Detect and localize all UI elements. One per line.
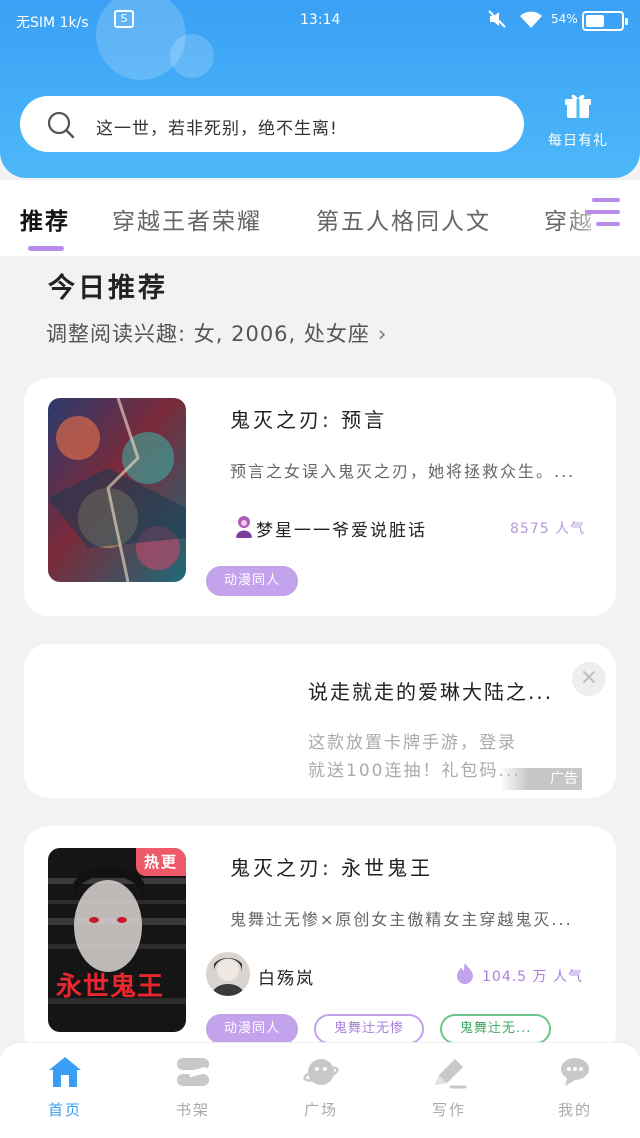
book-card[interactable]: 热更 永世鬼王 鬼灭之刃: 永世鬼王 鬼舞辻无惨×原创女主傲精女主穿越鬼灭...… <box>24 826 616 1056</box>
planet-icon <box>276 1055 366 1093</box>
book-title: 鬼灭之刃: 预言 <box>230 408 388 432</box>
adjust-interest-link[interactable]: 调整阅读兴趣: 女, 2006, 处女座 › <box>46 318 387 348</box>
fire-icon <box>456 962 474 988</box>
sim-icon: S <box>114 10 134 28</box>
close-icon[interactable]: × <box>572 662 606 696</box>
nav-label: 广场 <box>303 1101 338 1119</box>
book-tag[interactable]: 鬼舞辻无惨 <box>314 1014 425 1044</box>
nav-home[interactable]: 首页 <box>20 1055 110 1120</box>
category-tabs: 推荐 穿越王者荣耀 第五人格同人文 穿越 <box>0 180 640 256</box>
section-title: 今日推荐 <box>48 273 168 304</box>
tab-identity-v[interactable]: 第五人格同人文 <box>316 202 491 236</box>
book-card[interactable]: 鬼灭之刃: 预言 预言之女误入鬼灭之刃，她将拯救众生。... 梦星一一爷爱说脏话… <box>24 378 616 616</box>
gift-label: 每日有礼 <box>548 133 608 149</box>
carrier-text: 无SIM 1k/s <box>16 15 89 31</box>
tab-recommend[interactable]: 推荐 <box>20 202 70 236</box>
tab-honor-of-kings[interactable]: 穿越王者荣耀 <box>112 202 262 236</box>
hot-update-badge: 热更 <box>136 848 186 876</box>
bottom-nav: 首页 书架 广场 写作 我的 <box>0 1042 640 1138</box>
book-tag[interactable]: 动漫同人 <box>206 566 299 596</box>
author-name: 白殇岚 <box>258 969 315 989</box>
battery-icon <box>582 11 628 31</box>
daily-gift-button[interactable]: 每日有礼 <box>540 92 616 150</box>
ad-card[interactable]: 说走就走的爱琳大陆之... 这款放置卡牌手游，登录 就送100连抽！礼包码...… <box>24 644 616 798</box>
book-title: 鬼灭之刃: 永世鬼王 <box>230 856 434 880</box>
bookshelf-icon <box>148 1055 238 1093</box>
nav-label: 书架 <box>175 1101 210 1119</box>
book-tag[interactable]: 鬼舞辻无... <box>440 1014 552 1044</box>
author-name: 梦星一一爷爱说脏话 <box>256 521 427 541</box>
search-placeholder: 这一世，若非死别，绝不生离! <box>96 119 338 139</box>
ad-title: 说走就走的爱琳大陆之... <box>308 680 554 704</box>
ad-text-line2: 就送100连抽！礼包码... <box>308 761 521 781</box>
status-bar: 无SIM 1k/s S 13:14 54% <box>0 0 640 44</box>
ad-text-line1: 这款放置卡牌手游，登录 <box>308 733 517 753</box>
home-icon <box>20 1055 110 1093</box>
search-icon <box>46 110 76 144</box>
popularity-count: 104.5 万 人气 <box>482 969 583 985</box>
nav-label: 首页 <box>47 1101 82 1119</box>
book-tag[interactable]: 动漫同人 <box>206 1014 299 1044</box>
author-avatar <box>206 952 250 996</box>
ad-label: 广告 <box>550 771 578 787</box>
nav-label: 我的 <box>557 1101 592 1119</box>
book-cover[interactable]: 热更 永世鬼王 <box>48 848 186 1032</box>
book-description: 预言之女误入鬼灭之刃，她将拯救众生。... <box>230 462 576 481</box>
pen-icon <box>404 1055 494 1093</box>
category-menu-icon[interactable] <box>586 196 620 232</box>
gift-icon <box>540 92 616 124</box>
cover-title-text: 永世鬼王 <box>56 972 165 1002</box>
battery-percent: 54% <box>551 12 578 26</box>
search-bar[interactable]: 这一世，若非死别，绝不生离! <box>20 96 524 152</box>
nav-write[interactable]: 写作 <box>404 1055 494 1120</box>
chevron-right-icon: › <box>377 322 388 346</box>
active-tab-indicator <box>28 246 64 251</box>
nav-profile[interactable]: 我的 <box>530 1055 620 1120</box>
mute-icon <box>488 10 506 32</box>
nav-bookshelf[interactable]: 书架 <box>148 1055 238 1120</box>
nav-label: 写作 <box>431 1101 466 1119</box>
status-time: 13:14 <box>300 12 341 28</box>
book-cover[interactable] <box>48 398 186 582</box>
book-description: 鬼舞辻无惨×原创女主傲精女主穿越鬼灭... <box>230 910 573 929</box>
nav-square[interactable]: 广场 <box>276 1055 366 1120</box>
ad-badge: 广告 <box>500 768 582 790</box>
wifi-icon <box>518 8 544 34</box>
popularity-count: 8575 人气 <box>510 521 586 537</box>
interest-text: 调整阅读兴趣: 女, 2006, 处女座 <box>46 322 370 346</box>
app-header: 无SIM 1k/s S 13:14 54% 这一世，若非死别，绝不生离! 每日有… <box>0 0 640 178</box>
author-avatar <box>230 512 258 540</box>
chat-icon <box>530 1055 620 1093</box>
